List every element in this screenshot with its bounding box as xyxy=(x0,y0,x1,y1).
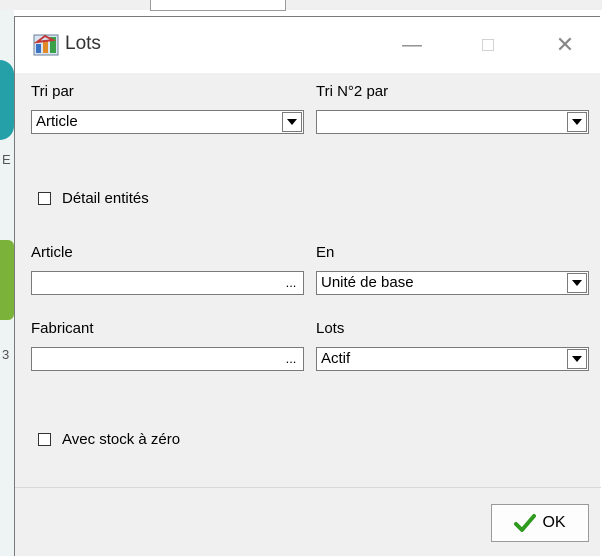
dropdown-button[interactable] xyxy=(282,112,302,132)
maximize-icon: □ xyxy=(481,33,495,56)
minimize-icon: — xyxy=(402,33,422,56)
chevron-down-icon xyxy=(572,356,582,362)
chevron-down-icon xyxy=(572,119,582,125)
lots-select[interactable]: Actif xyxy=(316,347,589,371)
lots-dialog: Lots — □ ✕ Tri par Article Tri N°2 par D… xyxy=(14,16,601,556)
unit-label: En xyxy=(316,244,335,261)
manufacturer-browse-button[interactable]: ... xyxy=(280,349,302,369)
dropdown-button[interactable] xyxy=(567,349,587,369)
maximize-button[interactable]: □ xyxy=(465,25,511,65)
ok-button-label: OK xyxy=(542,514,566,531)
background-fragment: 3 xyxy=(2,347,10,362)
background-fragment: E xyxy=(2,152,11,167)
detail-entities-checkbox[interactable] xyxy=(38,192,51,205)
dropdown-button[interactable] xyxy=(567,273,587,293)
close-button[interactable]: ✕ xyxy=(542,25,588,65)
chevron-down-icon xyxy=(287,119,297,125)
sort-secondary-label: Tri N°2 par xyxy=(316,83,389,100)
article-browse-button[interactable]: ... xyxy=(280,273,302,293)
unit-value: Unité de base xyxy=(321,274,414,291)
background-green-shape xyxy=(0,240,14,320)
unit-select[interactable]: Unité de base xyxy=(316,271,589,295)
green-checkmark-icon xyxy=(514,514,537,532)
lots-app-icon xyxy=(33,34,59,56)
background-tab xyxy=(150,0,286,11)
sort-primary-value: Article xyxy=(36,113,78,130)
minimize-button[interactable]: — xyxy=(389,25,435,65)
title-bar[interactable]: Lots — □ ✕ xyxy=(15,17,600,73)
footer-divider xyxy=(15,487,601,488)
manufacturer-label: Fabricant xyxy=(31,320,94,337)
zero-stock-checkbox[interactable] xyxy=(38,433,51,446)
close-icon: ✕ xyxy=(555,32,575,57)
detail-entities-label[interactable]: Détail entités xyxy=(62,190,149,207)
background-toolbar xyxy=(0,0,602,10)
chevron-down-icon xyxy=(572,280,582,286)
ok-button[interactable]: OK xyxy=(491,504,589,542)
dropdown-button[interactable] xyxy=(567,112,587,132)
lots-label: Lots xyxy=(316,320,345,337)
manufacturer-input[interactable]: ... xyxy=(31,347,304,371)
lots-value: Actif xyxy=(321,350,351,367)
zero-stock-label[interactable]: Avec stock à zéro xyxy=(62,431,180,448)
sort-primary-label: Tri par xyxy=(31,83,74,100)
dialog-title: Lots xyxy=(65,33,101,54)
sort-primary-select[interactable]: Article xyxy=(31,110,304,134)
background-teal-shape xyxy=(0,60,14,140)
article-label: Article xyxy=(31,244,73,261)
article-input[interactable]: ... xyxy=(31,271,304,295)
sort-secondary-select[interactable] xyxy=(316,110,589,134)
